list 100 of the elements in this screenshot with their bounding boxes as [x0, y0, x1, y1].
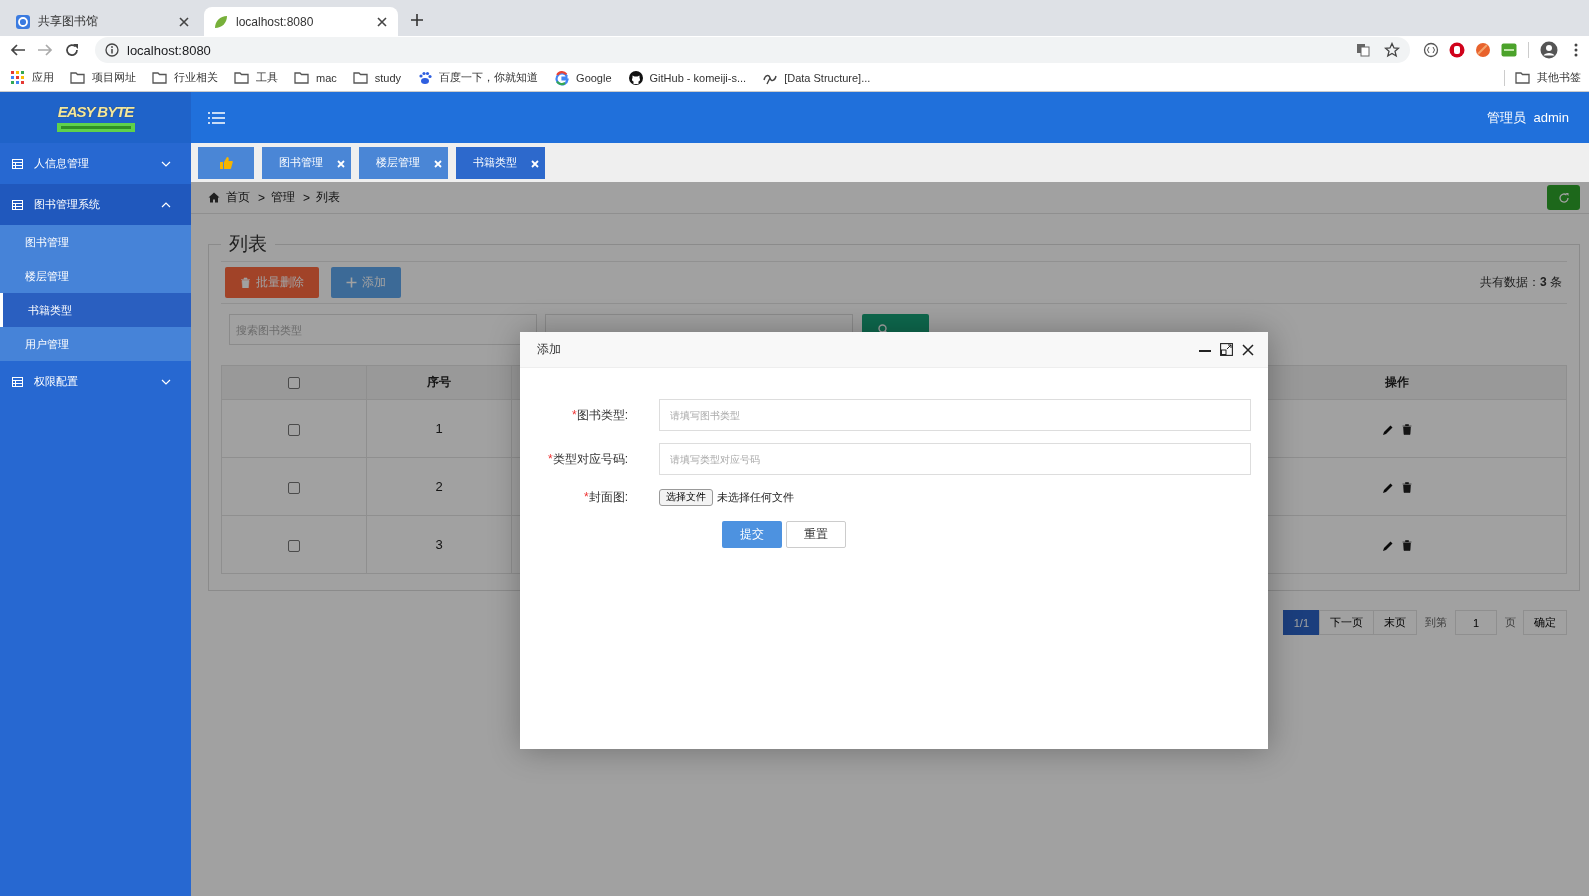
- bookmark[interactable]: 应用: [10, 69, 54, 86]
- leaf-icon: [214, 14, 228, 29]
- required-mark: *: [584, 489, 589, 504]
- trash-icon[interactable]: [1402, 424, 1412, 436]
- ring-icon: [16, 14, 30, 29]
- breadcrumb-link[interactable]: 列表: [316, 189, 341, 206]
- back-icon[interactable]: [10, 42, 26, 58]
- logo-text: EASY BYTE: [57, 103, 134, 120]
- extension-icon[interactable]: [1475, 42, 1491, 58]
- bookmark[interactable]: [Data Structure]...: [762, 69, 871, 86]
- trash-icon[interactable]: [1402, 540, 1412, 552]
- breadcrumb-separator: >: [258, 190, 265, 205]
- tab-title: localhost:8080: [236, 14, 315, 29]
- bookmark[interactable]: 其他书签: [1515, 69, 1581, 86]
- trash-icon: [240, 277, 251, 288]
- sidebar-subitem[interactable]: 用户管理: [0, 327, 191, 361]
- bookmark[interactable]: Google: [554, 69, 612, 86]
- refresh-icon: [1557, 191, 1570, 204]
- reload-icon[interactable]: [64, 42, 80, 58]
- folder-icon: [352, 69, 369, 86]
- close-icon[interactable]: [376, 15, 388, 28]
- profile-icon[interactable]: [1540, 41, 1558, 59]
- goto-label: 到第: [1425, 615, 1447, 630]
- reset-button[interactable]: 重置: [786, 521, 846, 548]
- folder-icon: [70, 69, 86, 86]
- field-label: 图书类型:: [576, 407, 628, 422]
- extension-icon[interactable]: [1423, 42, 1439, 58]
- close-icon[interactable]: [178, 15, 190, 28]
- sidebar-item[interactable]: 图书管理系统: [0, 184, 191, 225]
- sidebar-subitem[interactable]: 书籍类型: [0, 293, 191, 327]
- folder-icon: [234, 69, 250, 86]
- menu-icon[interactable]: [1573, 42, 1579, 58]
- folder-icon: [294, 69, 310, 86]
- user-name[interactable]: admin: [1533, 110, 1569, 125]
- bookmark[interactable]: 百度一下，你就知道: [417, 69, 539, 86]
- page-tab[interactable]: 图书管理: [262, 146, 351, 179]
- checkbox[interactable]: [288, 377, 300, 390]
- translate-icon[interactable]: [1356, 43, 1370, 57]
- bookmark[interactable]: study: [352, 69, 402, 86]
- input-field[interactable]: 请填写类型对应号码: [659, 443, 1251, 475]
- sidebar-subitem[interactable]: 楼层管理: [0, 259, 191, 293]
- page-tab[interactable]: 书籍类型: [456, 146, 545, 179]
- edit-icon[interactable]: [1382, 423, 1394, 436]
- edit-icon[interactable]: [1382, 481, 1394, 494]
- page-tab[interactable]: 楼层管理: [359, 146, 448, 179]
- extension-icon[interactable]: [1501, 42, 1517, 58]
- checkbox[interactable]: [288, 423, 300, 436]
- bookmark[interactable]: 行业相关: [152, 69, 218, 86]
- breadcrumb-link[interactable]: 管理: [271, 189, 295, 206]
- info-icon: [105, 43, 119, 57]
- table-cell: 3: [435, 537, 443, 552]
- table-icon: [12, 158, 23, 169]
- page-button[interactable]: 下一页: [1319, 610, 1374, 635]
- bookmark[interactable]: 项目网址: [70, 69, 136, 86]
- sidebar-item[interactable]: 权限配置: [0, 361, 191, 402]
- sidebar-subitem[interactable]: 图书管理: [0, 225, 191, 259]
- page-unit-label: 页: [1505, 615, 1516, 630]
- confirm-button[interactable]: 确定: [1523, 610, 1567, 635]
- tab-title: 共享图书馆: [38, 13, 99, 30]
- bookmark[interactable]: GitHub - komeiji-s...: [627, 69, 747, 86]
- new-tab-icon[interactable]: [410, 13, 424, 27]
- checkbox[interactable]: [288, 539, 300, 552]
- dialog-title: 添加: [537, 341, 561, 358]
- edit-icon[interactable]: [1382, 539, 1394, 552]
- column-header: 操作: [1385, 375, 1409, 389]
- page-tab[interactable]: [198, 146, 254, 179]
- page-button[interactable]: 末页: [1373, 610, 1417, 635]
- required-mark: *: [572, 407, 577, 422]
- column-header: 序号: [427, 375, 451, 389]
- paw-icon: [417, 69, 434, 86]
- home-icon: [208, 192, 220, 203]
- user-role: 管理员: [1486, 108, 1526, 127]
- table-icon: [12, 199, 23, 210]
- input-field[interactable]: 请填写图书类型: [659, 399, 1251, 431]
- bookmark[interactable]: mac: [294, 69, 337, 86]
- url-text: localhost:8080: [127, 42, 211, 58]
- maximize-icon[interactable]: [1220, 343, 1233, 356]
- breadcrumb-separator: >: [303, 190, 311, 205]
- field-label: 封面图:: [588, 489, 628, 504]
- google-icon: [554, 69, 571, 86]
- plus-icon: [346, 277, 357, 288]
- page-button[interactable]: 1/1: [1282, 610, 1320, 635]
- field-label: 类型对应号码:: [552, 451, 628, 466]
- breadcrumb-link[interactable]: 首页: [226, 189, 250, 206]
- address-bar[interactable]: localhost:8080: [95, 37, 1410, 63]
- table-cell: 1: [435, 421, 443, 436]
- apps-icon: [10, 69, 26, 86]
- page-number-field[interactable]: 1: [1455, 610, 1497, 635]
- star-icon[interactable]: [1384, 42, 1400, 58]
- stop-hand-icon[interactable]: [1449, 42, 1465, 58]
- checkbox[interactable]: [288, 481, 300, 494]
- browser-tab[interactable]: 共享图书馆: [6, 7, 200, 36]
- file-status: 未选择任何文件: [717, 489, 794, 505]
- record-count: 共有数据：3 条: [1479, 274, 1562, 291]
- choose-file-button[interactable]: 选择文件: [659, 488, 713, 506]
- sidebar-item[interactable]: 人信息管理: [0, 143, 191, 184]
- browser-tab[interactable]: localhost:8080: [204, 7, 398, 36]
- trash-icon[interactable]: [1402, 482, 1412, 494]
- close-icon[interactable]: [1242, 343, 1254, 356]
- bookmark[interactable]: 工具: [234, 69, 278, 86]
